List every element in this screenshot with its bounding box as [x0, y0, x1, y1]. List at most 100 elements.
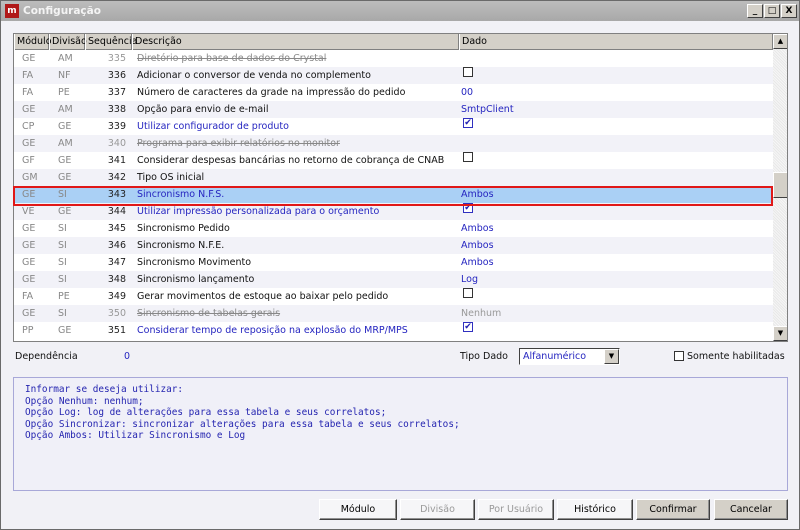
divisao-cell: SI — [58, 240, 67, 251]
table-row[interactable]: GE SI 345 Sincronismo Pedido Ambos — [14, 220, 773, 237]
descricao-cell: Adicionar o conversor de venda no comple… — [137, 70, 371, 81]
col-modulo[interactable]: Módulo — [14, 34, 52, 50]
col-sequencia[interactable]: Sequência — [85, 34, 137, 50]
table-row[interactable]: FA PE 337 Número de caracteres da grade na … — [14, 84, 773, 101]
descricao-cell: Considerar despesas bancárias no retorno… — [137, 155, 445, 166]
dado-cell[interactable]: SmtpClient — [461, 101, 514, 118]
minimize-button[interactable]: _ — [747, 4, 763, 18]
table-row[interactable]: CP GE 339 Utilizar configurador de produto ✔ — [14, 118, 773, 135]
por-usuario-button[interactable]: Por Usuário — [478, 499, 554, 520]
divisao-button[interactable]: Divisão — [400, 499, 475, 520]
table-row[interactable]: GE SI 346 Sincronismo N.F.E. Ambos — [14, 237, 773, 254]
dado-cell[interactable]: Ambos — [461, 254, 494, 271]
modulo-cell: GM — [22, 172, 38, 183]
divisao-cell: SI — [58, 257, 67, 268]
scroll-down-button[interactable]: ▼ — [773, 326, 787, 341]
modulo-cell: GF — [22, 155, 35, 166]
title-bar: m Configuração _ □ X — [1, 1, 799, 21]
dado-cell[interactable]: 00 — [461, 84, 473, 101]
sequencia-cell: 340 — [107, 138, 126, 149]
divisao-cell: GE — [58, 155, 72, 166]
sequencia-cell: 336 — [107, 70, 126, 81]
app-logo-icon: m — [5, 4, 19, 18]
dependencia-value: 0 — [124, 351, 131, 362]
table-row[interactable]: GE SI 348 Sincronismo lançamento Log — [14, 271, 773, 288]
sequencia-cell: 349 — [107, 291, 126, 302]
sequencia-cell: 351 — [107, 325, 126, 336]
table-row[interactable]: PP GE 351 Considerar tempo de reposição na … — [14, 322, 773, 339]
window-title: Configuração — [23, 5, 101, 17]
descricao-cell: Gerar movimentos de estoque ao baixar pe… — [137, 291, 389, 302]
table-row[interactable]: FA NF 336 Adicionar o conversor de venda no… — [14, 67, 773, 84]
dado-cell[interactable]: Log — [461, 271, 478, 288]
somente-habilitadas-checkbox[interactable] — [674, 351, 684, 361]
table-row[interactable]: GE SI 347 Sincronismo Movimento Ambos — [14, 254, 773, 271]
modulo-cell: GE — [22, 138, 36, 149]
modulo-cell: FA — [22, 70, 34, 81]
tipo-dado-select[interactable]: Alfanumérico ▼ — [519, 348, 620, 365]
sequencia-cell: 347 — [107, 257, 126, 268]
scroll-thumb[interactable] — [773, 172, 787, 198]
selected-row-highlight — [13, 186, 773, 206]
descricao-cell: Número de caracteres da grade na impress… — [137, 87, 406, 98]
modulo-cell: PP — [22, 325, 34, 336]
table-row[interactable]: GE SI 350 Sincronismo de tabelas gerais Nenh… — [14, 305, 773, 322]
descricao-cell: Sincronismo N.F.E. — [137, 240, 225, 251]
description-box: Informar se deseja utilizar: Opção Nenhu… — [13, 377, 788, 491]
table-row[interactable]: FA PE 349 Gerar movimentos de estoque ao ba… — [14, 288, 773, 305]
col-divisao[interactable]: Divisão — [49, 34, 87, 50]
dado-cell[interactable]: Ambos — [461, 237, 494, 254]
unchecked-checkbox[interactable] — [463, 152, 473, 162]
sequencia-cell: 339 — [107, 121, 126, 132]
cancelar-button[interactable]: Cancelar — [714, 499, 788, 520]
table-row[interactable]: GE AM 335 Diretório para base de dados do C… — [14, 50, 773, 67]
divisao-cell: SI — [58, 274, 67, 285]
sequencia-cell: 342 — [107, 172, 126, 183]
unchecked-checkbox[interactable] — [463, 288, 473, 298]
modulo-cell: FA — [22, 87, 34, 98]
table-row[interactable]: GE AM 340 Programa para exibir relatórios n… — [14, 135, 773, 152]
descricao-cell: Sincronismo Pedido — [137, 223, 230, 234]
divisao-cell: GE — [58, 172, 72, 183]
modulo-cell: CP — [22, 121, 35, 132]
checked-checkbox[interactable]: ✔ — [463, 118, 473, 128]
table-row[interactable]: GM GE 342 Tipo OS inicial — [14, 169, 773, 186]
historico-button[interactable]: Histórico — [557, 499, 633, 520]
table-row[interactable]: GE AM 338 Opção para envio de e-mail SmtpCli… — [14, 101, 773, 118]
divisao-cell: PE — [58, 291, 70, 302]
sequencia-cell: 335 — [107, 53, 126, 64]
grid-header: Módulo Divisão Sequência Descrição Dado — [14, 34, 773, 50]
configuracao-window: m Configuração _ □ X Módulo Divisão Sequ… — [0, 0, 800, 530]
modulo-cell: GE — [22, 104, 36, 115]
confirmar-button[interactable]: Confirmar — [636, 499, 710, 520]
descricao-cell: Tipo OS inicial — [137, 172, 205, 183]
divisao-cell: GE — [58, 325, 72, 336]
tipo-dado-value: Alfanumérico — [523, 351, 587, 362]
dado-cell[interactable]: Ambos — [461, 220, 494, 237]
tipo-dado-label: Tipo Dado — [460, 351, 508, 362]
divisao-cell: AM — [58, 53, 73, 64]
col-dado[interactable]: Dado — [459, 34, 773, 50]
divisao-cell: GE — [58, 121, 72, 132]
table-row[interactable]: GF GE 341 Considerar despesas bancárias no … — [14, 152, 773, 169]
vertical-scrollbar[interactable]: ▲ ▼ — [773, 34, 787, 341]
divisao-cell: AM — [58, 104, 73, 115]
checked-checkbox[interactable]: ✔ — [463, 322, 473, 332]
dado-cell[interactable]: Nenhum — [461, 305, 501, 322]
descricao-cell: Programa para exibir relatórios no monit… — [137, 138, 340, 149]
chevron-down-icon[interactable]: ▼ — [604, 349, 619, 364]
modulo-button[interactable]: Módulo — [319, 499, 397, 520]
close-button[interactable]: X — [781, 4, 797, 18]
maximize-button[interactable]: □ — [764, 4, 780, 18]
descricao-cell: Sincronismo de tabelas gerais — [137, 308, 281, 319]
sequencia-cell: 345 — [107, 223, 126, 234]
divisao-cell: SI — [58, 308, 67, 319]
somente-habilitadas-label[interactable]: Somente habilitadas — [687, 351, 785, 362]
scroll-up-button[interactable]: ▲ — [773, 34, 787, 49]
divisao-cell: NF — [58, 70, 71, 81]
unchecked-checkbox[interactable] — [463, 67, 473, 77]
descricao-cell: Utilizar configurador de produto — [137, 121, 289, 132]
sequencia-cell: 337 — [107, 87, 126, 98]
sequencia-cell: 346 — [107, 240, 126, 251]
col-descricao[interactable]: Descrição — [132, 34, 459, 50]
